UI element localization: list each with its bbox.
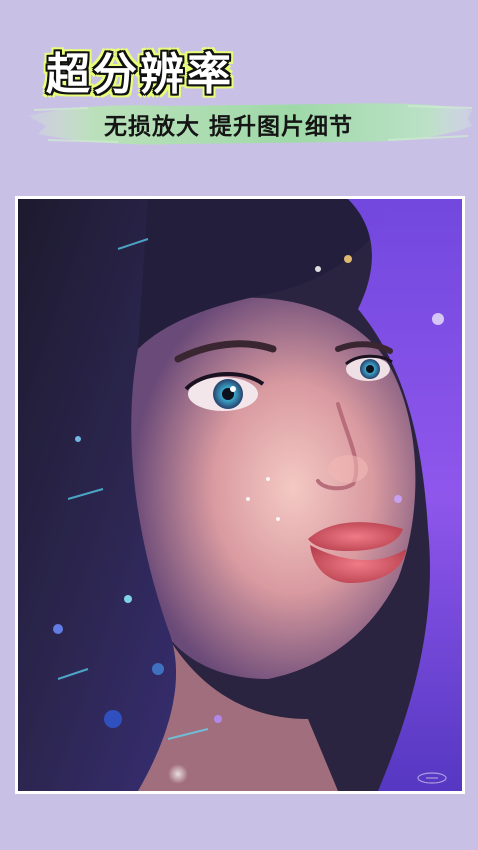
subtitle-text: 无损放大 提升图片细节 <box>104 114 354 140</box>
watermark-icon <box>417 772 447 784</box>
portrait-illustration <box>18 199 462 791</box>
portrait-image <box>18 199 462 791</box>
promo-page: 超分辨率 无损放大 提升图片细节 <box>0 0 478 850</box>
portrait-frame <box>15 196 465 794</box>
headline-title: 超分辨率 <box>46 49 234 100</box>
